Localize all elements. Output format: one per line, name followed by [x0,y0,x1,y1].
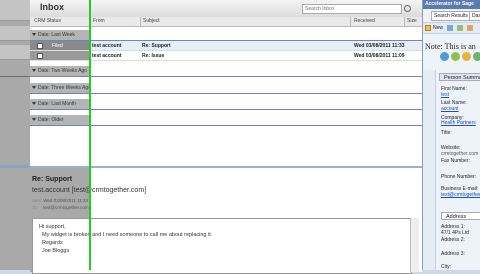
panel-side-strip [423,70,436,270]
sent-value: Wed 03/08/2011 11:33 [43,198,89,203]
crm-filed-flag: Filed [52,43,63,49]
folder-title: Inbox [40,2,64,12]
field-value[interactable]: test [441,92,449,98]
message-received: Wed 03/08/2011 11:09 [354,53,405,59]
message-from: test account [92,43,122,49]
opportunity-icon[interactable] [473,52,480,61]
splitter-highlight[interactable] [89,0,91,270]
message-subject: Re: Issue [142,53,165,59]
email-subject: Re: Support [32,176,73,183]
body-scrollbar[interactable] [410,218,419,272]
accelerator-panel: Accelerator for Sage Search Results Dash… [422,0,480,270]
body-line: Regards [42,240,63,246]
row-checkbox[interactable] [37,43,43,49]
message-received: Wed 03/08/2011 11:33 [354,43,405,49]
case-icon[interactable] [462,52,471,61]
address-line: Address 2: [441,237,465,243]
new-icon[interactable] [425,25,431,31]
group-label: Date: Last Month [38,101,77,107]
group-label: Date: Two Weeks Ago [38,68,88,74]
expand-arrow-icon[interactable] [32,86,36,89]
toolbar-icon[interactable] [467,25,473,31]
nav-bar-2[interactable] [0,26,30,41]
column-separator [140,17,141,26]
address-line: 47/1 4Ps Ltd [441,230,470,236]
expand-arrow-icon[interactable] [32,33,36,36]
toolbar-icon[interactable] [457,25,463,31]
toolbar-icon[interactable] [447,25,453,31]
group-label: Date: Three Weeks Ago [38,85,91,91]
panel-toolbar: New [423,22,480,34]
tab-address[interactable]: Address [441,212,480,220]
email-to-row: To test@crmtogether.com [32,205,89,210]
tab-search-results[interactable]: Search Results [431,11,471,21]
to-label: To [32,205,37,210]
panel-header: Accelerator for Sage [423,0,480,9]
column-header-received[interactable]: Received [354,18,375,24]
expand-arrow-icon[interactable] [32,102,36,105]
body-line: My widget is broken and I need someone t… [42,232,213,238]
field-value[interactable]: test@crmtogether. [441,192,480,198]
nav-bar-top[interactable] [0,0,30,21]
row-checkbox[interactable] [37,53,43,59]
email-sent-row: Sent Wed 03/08/2011 11:33 [32,198,88,203]
company-icon[interactable] [451,52,460,61]
expand-arrow-icon[interactable] [32,118,36,121]
sent-label: Sent [32,198,42,203]
left-navigation-strip [0,0,30,270]
nav-bar-3[interactable] [0,45,30,60]
expand-arrow-icon[interactable] [32,69,36,72]
column-header-size[interactable]: Size [407,18,417,24]
note-text: Note: This is an [425,42,476,51]
nav-divider [0,76,30,77]
group-label: Date: Older [38,117,64,123]
person-summary-header: Person Summary [439,73,480,81]
body-line: Hi support, [39,224,66,230]
field-label: Fax Number: [441,158,470,164]
group-label: Date: Last Week [38,32,75,38]
search-input[interactable]: Search Inbox [302,4,402,14]
tab-dashboard[interactable]: Dashboard [469,11,480,21]
body-line: Joe Bloggs [42,248,70,254]
column-separator [404,17,405,26]
message-subject: Re: Support [142,43,171,49]
search-icon[interactable] [404,5,411,12]
nav-divider [0,165,30,168]
field-value[interactable]: account [441,106,459,112]
message-from: test account [92,53,122,59]
address-line: Address 3: [441,251,465,257]
field-value[interactable]: Health Partners [441,120,476,126]
to-value[interactable]: test@crmtogether.com [43,205,88,210]
field-label: Phone Number: [441,174,477,180]
column-separator [350,17,351,26]
address-line: City: [441,264,451,270]
column-header-crm-status[interactable]: CRM Status [34,18,61,24]
column-header-from[interactable]: From [93,18,105,24]
column-header-subject[interactable]: Subject [143,18,160,24]
field-label: Title: [441,130,452,136]
field-value: crmtogether.com [441,151,479,157]
new-button[interactable]: New [433,25,443,31]
person-icon[interactable] [440,52,449,61]
